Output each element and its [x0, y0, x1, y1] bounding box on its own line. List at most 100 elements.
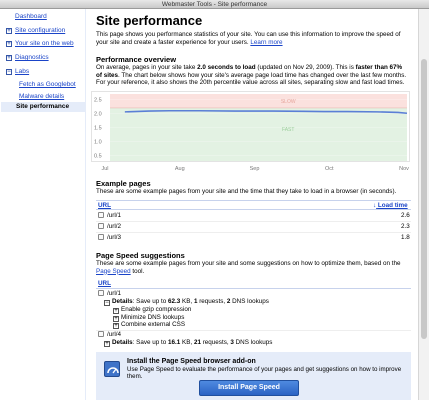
- load-time-column-label: Load time: [377, 202, 408, 209]
- subitem-label: Combine external CSS: [121, 321, 186, 328]
- suggestion-url: /url/1: [107, 290, 121, 297]
- load-time-column-header[interactable]: ↓ Load time: [373, 202, 408, 209]
- page-speed-suggestions-heading: Page Speed suggestions: [96, 251, 185, 260]
- sidebar-item-diagnostics[interactable]: Diagnostics: [15, 54, 49, 61]
- y-tick-label: 2.5: [94, 98, 102, 104]
- x-tick-label: Aug: [175, 166, 185, 172]
- learn-more-link[interactable]: Learn more: [250, 39, 282, 46]
- sidebar-item-fetch-as-googlebot[interactable]: Fetch as Googlebot: [19, 81, 76, 88]
- collapse-icon[interactable]: −: [6, 69, 12, 75]
- collapse-icon[interactable]: −: [104, 300, 110, 306]
- speedometer-icon: [107, 367, 119, 374]
- page-icon: [98, 212, 104, 218]
- suggestions-text-part: tool.: [130, 267, 145, 275]
- details-label: Details: [112, 298, 133, 305]
- example-pages-heading: Example pages: [96, 179, 151, 188]
- details-label: Details: [112, 339, 133, 346]
- sidebar-item-dashboard[interactable]: Dashboard: [15, 13, 47, 20]
- window-titlebar: Webmaster Tools - Site performance: [0, 0, 429, 9]
- suggestions-text-part: These are some example pages from your s…: [96, 260, 401, 267]
- details-text: KB,: [180, 339, 194, 346]
- addon-description: Use Page Speed to evaluate the performan…: [127, 366, 402, 381]
- table-row[interactable]: /url/1: [98, 212, 121, 219]
- sidebar-item-labs[interactable]: Labs: [15, 68, 29, 75]
- table-divider: [96, 209, 411, 210]
- x-tick-label: Sep: [250, 166, 260, 172]
- details-text: DNS lookups: [230, 298, 269, 305]
- row-load-time: 1.8: [401, 234, 410, 241]
- y-tick-label: 1.5: [94, 126, 102, 132]
- page-icon: [98, 331, 104, 337]
- details-text: requests,: [200, 339, 231, 346]
- example-pages-description: These are some example pages from your s…: [96, 188, 397, 195]
- overview-text-part: (updated on Nov 29, 2009). This is: [255, 64, 356, 71]
- performance-overview-text: On average, pages in your site take 2.0 …: [96, 64, 408, 87]
- table-row[interactable]: /url/2: [98, 223, 121, 230]
- row-load-time: 2.6: [401, 212, 410, 219]
- row-load-time: 2.3: [401, 223, 410, 230]
- page-intro: This page shows you performance statisti…: [96, 31, 408, 46]
- details-text: : Save up to: [132, 339, 169, 346]
- suggestions-description: These are some example pages from your s…: [96, 260, 408, 275]
- x-tick-label: Nov: [399, 166, 409, 172]
- row-divider: [96, 221, 411, 222]
- performance-overview-heading: Performance overview: [96, 55, 177, 64]
- sidebar-item-site-performance[interactable]: Site performance: [1, 102, 85, 112]
- table-row[interactable]: /url/3: [98, 234, 121, 241]
- page-icon: [98, 223, 104, 229]
- subitem-label: Minimize DNS lookups: [121, 314, 185, 321]
- row-url: /url/1: [107, 212, 121, 219]
- expand-icon[interactable]: +: [6, 28, 12, 34]
- suggestion-details[interactable]: + Details: Save up to 16.1 KB, 21 request…: [104, 339, 272, 347]
- sort-arrow-icon: ↓: [373, 202, 377, 209]
- overview-text-part: On average, pages in your site take: [96, 64, 198, 71]
- row-divider: [96, 330, 411, 331]
- expand-icon[interactable]: +: [104, 341, 110, 347]
- y-tick-label: 2.0: [94, 112, 102, 118]
- sidebar-item-malware-details[interactable]: Malware details: [19, 93, 64, 100]
- suggestion-details[interactable]: − Details: Save up to 62.3 KB, 1 requests…: [104, 298, 269, 306]
- url-column-header[interactable]: URL: [98, 202, 111, 209]
- row-url: /url/2: [107, 223, 121, 230]
- suggestion-url: /url/4: [107, 331, 121, 338]
- performance-chart: 2.5 2.0 1.5 1.0 0.5 SLOW FAST Jul Aug Sep Oct Nov: [94, 94, 409, 172]
- expand-icon[interactable]: +: [6, 55, 12, 61]
- table-divider: [96, 288, 411, 289]
- y-tick-label: 0.5: [94, 153, 102, 159]
- suggestions-url-column-header[interactable]: URL: [98, 280, 111, 287]
- details-text: DNS lookups: [233, 339, 273, 346]
- suggestion-row[interactable]: /url/1: [98, 290, 121, 297]
- row-divider: [96, 232, 411, 233]
- scrollbar-thumb[interactable]: [421, 59, 427, 339]
- x-tick-label: Jul: [101, 166, 108, 172]
- row-url: /url/3: [107, 234, 121, 241]
- expand-icon[interactable]: +: [6, 41, 12, 47]
- details-text: : Save up to: [132, 298, 169, 305]
- expand-icon[interactable]: +: [113, 323, 119, 329]
- page-speed-icon: [104, 361, 120, 377]
- subitem-label: Enable gzip compression: [121, 306, 192, 313]
- fast-label: FAST: [282, 127, 295, 133]
- details-text: requests,: [197, 298, 227, 305]
- page-speed-link[interactable]: Page Speed: [96, 268, 131, 275]
- details-text: KB,: [180, 298, 194, 305]
- slow-label: SLOW: [281, 99, 296, 105]
- y-tick-label: 1.0: [94, 139, 102, 145]
- install-page-speed-button[interactable]: Install Page Speed: [199, 380, 299, 396]
- suggestion-row[interactable]: /url/4: [98, 331, 121, 338]
- page-title: Site performance: [96, 13, 203, 28]
- average-load-time: 2.0 seconds to load: [197, 64, 256, 71]
- savings-size: 16.1: [168, 339, 181, 346]
- sidebar-item-site-configuration[interactable]: Site configuration: [15, 27, 65, 34]
- x-tick-label: Oct: [325, 166, 334, 172]
- suggestion-subitem[interactable]: + Enable gzip compression: [113, 306, 191, 314]
- overview-text-part: . The chart below shows how your site's …: [96, 71, 407, 87]
- vertical-scrollbar[interactable]: [418, 9, 429, 400]
- sidebar-item-your-site-on-the-web[interactable]: Your site on the web: [15, 40, 74, 47]
- page-icon: [98, 234, 104, 240]
- page-icon: [98, 290, 104, 296]
- suggestion-subitem[interactable]: + Combine external CSS: [113, 321, 185, 329]
- fast-band: [110, 107, 407, 161]
- sidebar: [0, 9, 86, 400]
- savings-size: 62.3: [168, 298, 181, 305]
